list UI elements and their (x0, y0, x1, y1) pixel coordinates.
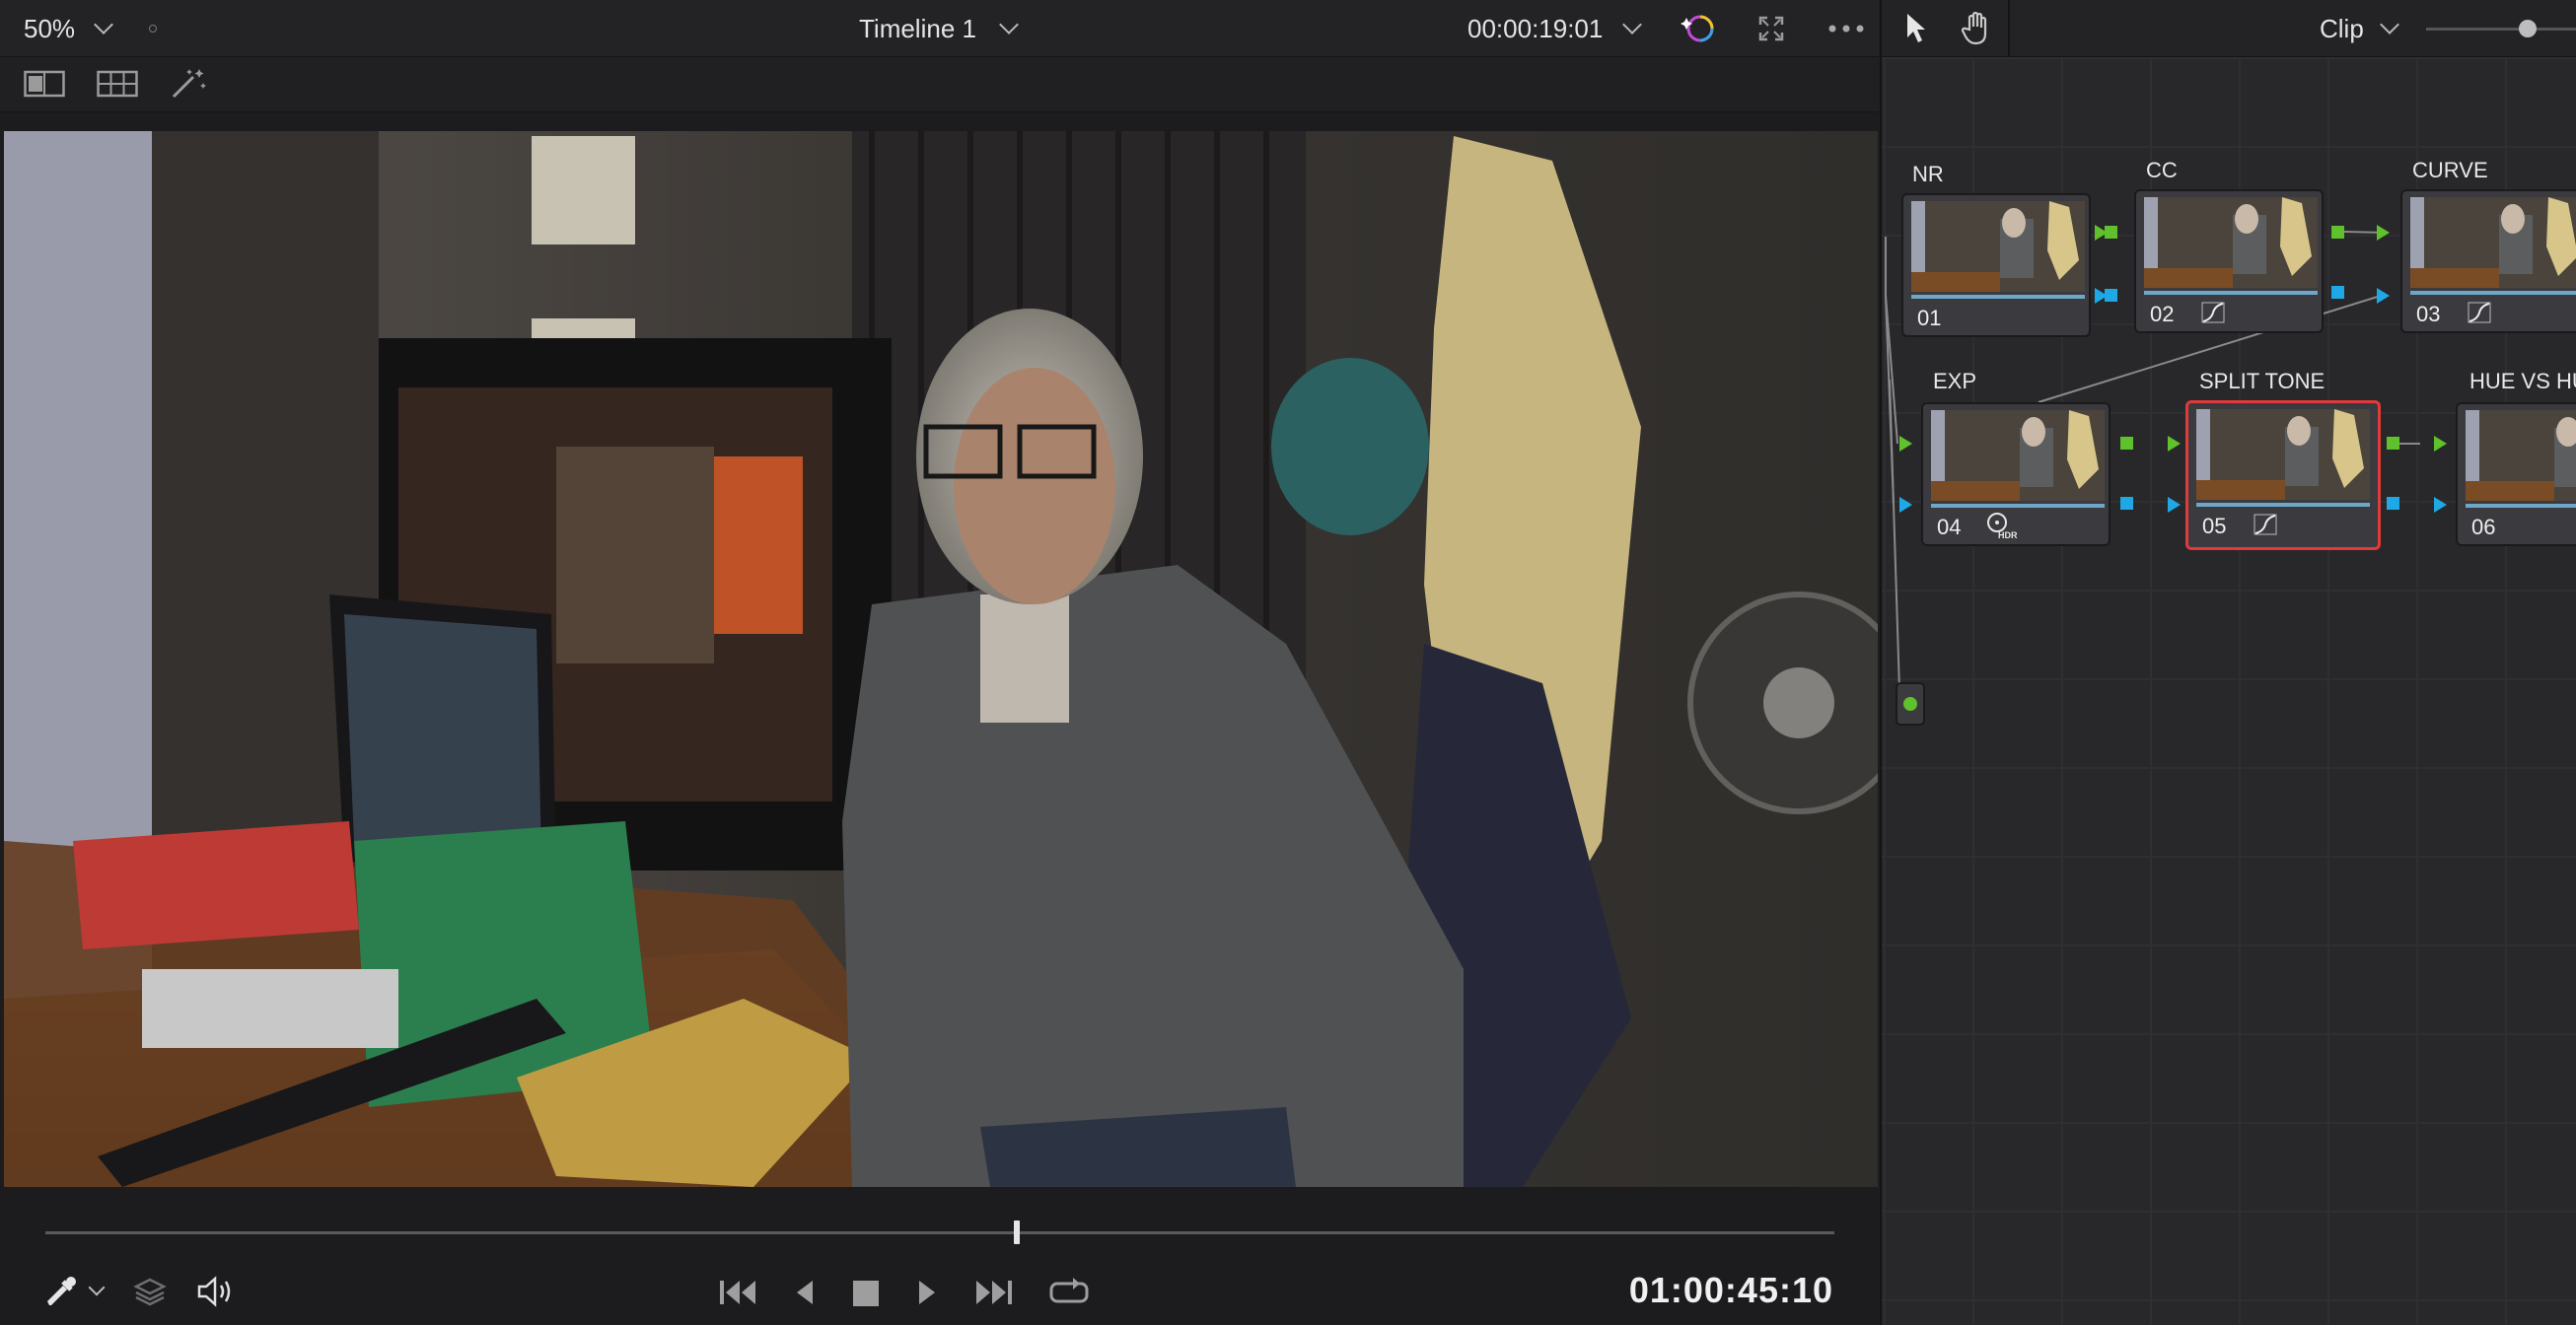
node-number: 03 (2416, 302, 2441, 326)
node-02-alpha-input[interactable] (2105, 289, 2117, 302)
viewer-panel: 50% Timeline 1 00:00:19:01 01:00:45:10 (0, 0, 1879, 1325)
node-label-split-tone: SPLIT TONE (2199, 369, 2326, 393)
node-bar (2410, 291, 2576, 295)
go-to-start-icon[interactable] (718, 1278, 759, 1307)
playback-controls: 01:00:45:10 (0, 1205, 1879, 1325)
node-thumbnail (2410, 197, 2576, 288)
node-number: 04 (1937, 515, 1962, 539)
timecode-chevron-down-icon[interactable] (1622, 15, 1642, 35)
curve-icon (2468, 302, 2491, 323)
viewer-header: 50% Timeline 1 00:00:19:01 (0, 0, 1879, 57)
node-04-rgb-output[interactable] (2120, 437, 2133, 450)
node-label-hue-vs-hue: HUE VS HU (2469, 369, 2576, 393)
node-03-alpha-input[interactable] (2377, 288, 2390, 304)
video-image (4, 131, 1878, 1187)
node-05-rgb-output[interactable] (2387, 437, 2399, 450)
node-05-alpha-output[interactable] (2387, 497, 2399, 510)
node-04[interactable]: 04 HDR (1921, 402, 2111, 546)
record-timecode: 01:00:45:10 (1628, 1270, 1833, 1310)
zoom-level[interactable]: 50% (24, 14, 75, 44)
output-port[interactable] (1903, 697, 1917, 711)
node-editor-panel[interactable]: Clip NR 01 CC 02 CURVE 03 EXP 04 HDR SPL… (1880, 0, 2576, 1325)
loop-icon[interactable] (1047, 1276, 1091, 1309)
node-bar (2144, 291, 2318, 295)
node-bar (1931, 504, 2105, 508)
node-thumbnail (1911, 201, 2085, 292)
node-03-rgb-input[interactable] (2377, 225, 2390, 241)
node-05-alpha-input[interactable] (2168, 497, 2181, 513)
output-node[interactable] (1896, 682, 1925, 726)
node-04-alpha-output[interactable] (2120, 497, 2133, 510)
curve-icon (2201, 302, 2225, 323)
node-03[interactable]: 03 (2400, 189, 2576, 333)
viewer-toolbar (0, 57, 1879, 112)
node-05[interactable]: 05 (2185, 400, 2381, 550)
node-number: 01 (1917, 306, 1942, 330)
node-bar (2466, 504, 2576, 508)
node-thumbnail (2466, 410, 2576, 501)
source-timecode[interactable]: 00:00:19:01 (1467, 14, 1603, 44)
color-wheel-icon[interactable] (1681, 12, 1716, 45)
node-thumbnail (1931, 410, 2105, 501)
playhead[interactable] (1014, 1220, 1020, 1244)
node-02-rgb-input[interactable] (2105, 226, 2117, 239)
eyedropper-icon[interactable] (43, 1274, 79, 1309)
scrubber-track[interactable] (45, 1231, 1834, 1234)
node-label-cc: CC (2146, 158, 2178, 182)
video-frame[interactable] (4, 131, 1878, 1187)
node-02-alpha-output[interactable] (2331, 286, 2344, 299)
split-screen-icon[interactable] (24, 69, 65, 99)
stop-icon[interactable] (852, 1280, 880, 1307)
node-thumbnail (2144, 197, 2318, 288)
node-number: 06 (2471, 515, 2496, 539)
node-label-exp: EXP (1933, 369, 1977, 393)
node-04-rgb-input[interactable] (1899, 436, 1912, 452)
grid-view-icon[interactable] (97, 69, 138, 99)
magic-wand-icon[interactable] (170, 67, 209, 101)
hdr-badge: HDR (1998, 530, 2018, 540)
node-05-rgb-input[interactable] (2168, 436, 2181, 452)
node-number: 05 (2202, 514, 2227, 538)
curve-icon (2254, 514, 2277, 535)
go-to-end-icon[interactable] (972, 1278, 1014, 1307)
node-label-nr: NR (1912, 162, 1944, 186)
fullscreen-icon[interactable] (1758, 16, 1784, 41)
node-02[interactable]: 02 (2134, 189, 2324, 333)
volume-icon[interactable] (195, 1274, 235, 1309)
step-back-icon[interactable] (793, 1278, 817, 1307)
node-06[interactable]: 06 (2456, 402, 2576, 546)
node-06-alpha-input[interactable] (2434, 497, 2447, 513)
node-label-curve: CURVE (2412, 158, 2488, 182)
more-options-icon[interactable] (1827, 24, 1865, 34)
play-icon[interactable] (915, 1278, 939, 1307)
dot-icon (149, 25, 157, 33)
node-number: 02 (2150, 302, 2175, 326)
timeline-name[interactable]: Timeline 1 (859, 14, 976, 44)
node-02-rgb-output[interactable] (2331, 226, 2344, 239)
timeline-chevron-down-icon[interactable] (999, 15, 1019, 35)
node-06-rgb-input[interactable] (2434, 436, 2447, 452)
node-01[interactable]: 01 (1901, 193, 2091, 337)
node-thumbnail (2196, 409, 2370, 500)
node-04-alpha-input[interactable] (1899, 497, 1912, 513)
node-bar (2196, 503, 2370, 507)
eyedropper-chevron-down-icon[interactable] (88, 1279, 106, 1296)
layers-icon[interactable] (132, 1274, 168, 1309)
node-bar (1911, 295, 2085, 299)
zoom-chevron-down-icon[interactable] (94, 15, 113, 35)
